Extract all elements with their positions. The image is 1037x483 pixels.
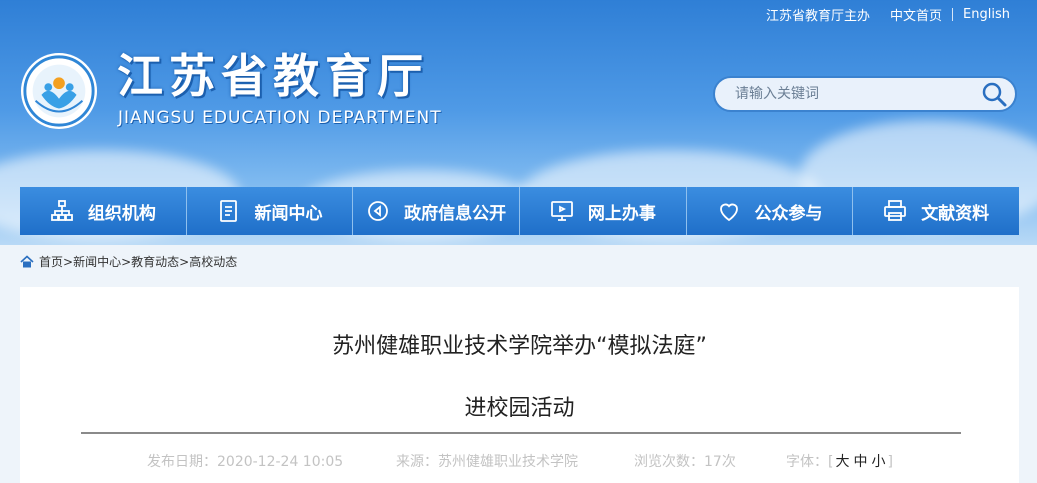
nav-label: 公众参与 — [754, 203, 823, 224]
search-bar — [713, 76, 1017, 112]
nav-item-public-participation[interactable]: 公众参与 — [686, 187, 854, 235]
article-panel: 苏州健雄职业技术学院举办“模拟法庭” 进校园活动 发布日期：2020-12-24… — [20, 287, 1019, 483]
nav-item-documents[interactable]: 文献资料 — [853, 187, 1020, 235]
article-title-line1: 苏州健雄职业技术学院举办“模拟法庭” — [332, 334, 707, 359]
breadcrumb-university-news[interactable]: 高校动态 — [189, 253, 237, 270]
host-text[interactable]: 江苏省教育厅主办 — [766, 5, 870, 24]
font-size-control: 字体：[大中小] — [786, 454, 893, 470]
nav-label: 政府信息公开 — [404, 203, 507, 224]
title-divider — [81, 432, 961, 434]
nav-label: 网上办事 — [587, 203, 656, 224]
nav-item-online-services[interactable]: 网上办事 — [520, 187, 687, 235]
emblem-logo-icon[interactable] — [20, 52, 98, 130]
publish-date: 发布日期：2020-12-24 10:05 — [147, 454, 344, 470]
nav-label: 新闻中心 — [254, 203, 323, 224]
breadcrumb-home[interactable]: 首页 — [39, 253, 63, 270]
breadcrumb-education-news[interactable]: 教育动态 — [131, 253, 179, 270]
font-size-medium-button[interactable]: 中 — [853, 454, 867, 470]
breadcrumb-separator: > — [63, 254, 74, 269]
breadcrumb-news-center[interactable]: 新闻中心 — [73, 253, 121, 270]
english-link[interactable]: English — [963, 7, 1010, 22]
nav-item-news[interactable]: 新闻中心 — [186, 187, 354, 235]
font-size-small-button[interactable]: 小 — [871, 454, 885, 470]
document-icon — [219, 200, 237, 222]
monitor-icon — [550, 201, 573, 221]
search-input[interactable] — [733, 85, 979, 103]
breadcrumb-separator: > — [121, 254, 132, 269]
site-title: 江苏省教育厅 — [117, 49, 429, 103]
breadcrumb: 首页 > 新闻中心 > 教育动态 > 高校动态 — [20, 253, 237, 270]
divider — [952, 7, 954, 21]
nav-label: 组织机构 — [87, 203, 156, 224]
search-icon[interactable] — [979, 79, 1009, 109]
article-title-line2: 进校园活动 — [464, 396, 575, 421]
org-chart-icon — [50, 200, 73, 221]
heart-icon — [719, 203, 738, 222]
announcement-icon — [368, 201, 389, 221]
nav-item-organization[interactable]: 组织机构 — [20, 187, 187, 235]
chinese-home-link[interactable]: 中文首页 — [890, 5, 942, 24]
printer-icon — [884, 200, 907, 221]
home-icon — [20, 254, 34, 267]
article-source: 来源：苏州健雄职业技术学院 — [396, 454, 578, 470]
view-count: 浏览次数：17次 — [634, 454, 736, 470]
top-links-bar: 江苏省教育厅主办 中文首页 English — [766, 5, 1010, 24]
main-nav: 组织机构 新闻中心 政府信息公开 网上办事 公众参与 文献资料 — [20, 187, 1020, 235]
nav-label: 文献资料 — [921, 203, 990, 224]
breadcrumb-separator: > — [179, 254, 190, 269]
nav-item-gov-info[interactable]: 政府信息公开 — [353, 187, 521, 235]
font-size-large-button[interactable]: 大 — [835, 454, 849, 470]
site-subtitle: JIANGSU EDUCATION DEPARTMENT — [118, 108, 442, 128]
font-size-label: 字体： — [786, 454, 828, 470]
